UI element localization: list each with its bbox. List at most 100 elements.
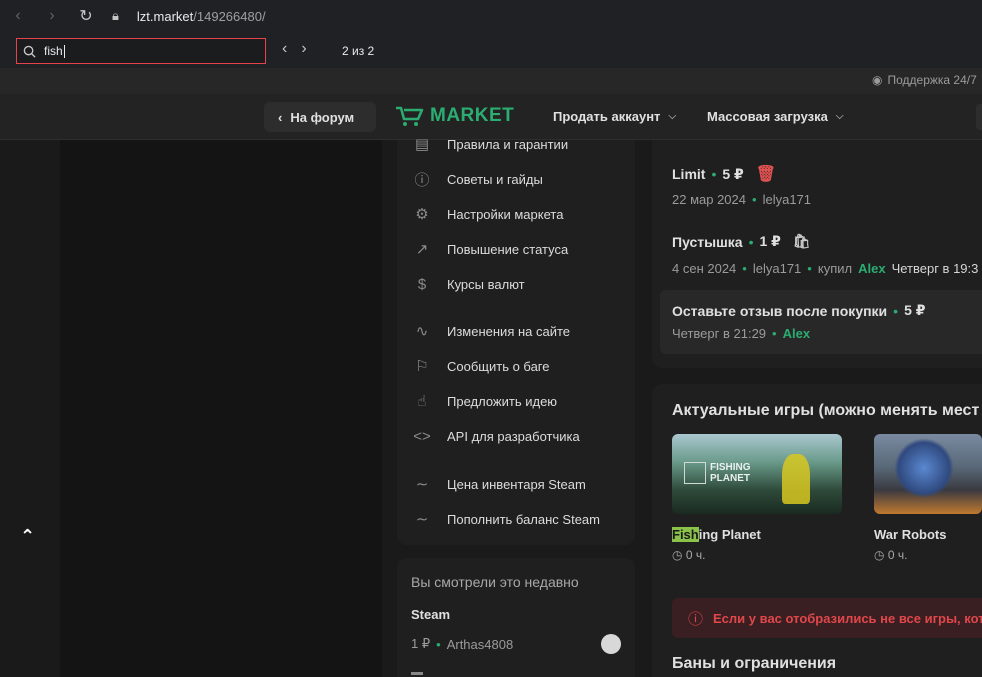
sale-name: Limit <box>672 166 706 182</box>
chevron-down-icon: ⌵ <box>668 111 677 122</box>
sidebar-item-label: Повышение статуса <box>447 241 569 257</box>
game-thumbnail-fishing-planet[interactable]: FISHING PLANET <box>672 434 842 514</box>
bought-label: купил <box>817 261 853 276</box>
thumbs-up-icon: ☝︎ <box>417 393 427 410</box>
sale-user[interactable]: lelya171 <box>753 261 801 276</box>
fisherman-figure <box>782 454 810 504</box>
review-meta: Четверг в 21:29 • Alex <box>672 326 811 341</box>
back-to-forum-label: На форум <box>290 109 355 125</box>
buyer-name[interactable]: Alex <box>783 326 810 341</box>
recently-viewed-title: Вы смотрели это недавно <box>411 574 579 590</box>
shopping-bag-icon[interactable]: 🛍︎ <box>793 233 811 250</box>
scroll-to-top-icon[interactable]: ⌃ <box>20 526 35 547</box>
find-input[interactable]: fish <box>16 38 266 64</box>
support-label: Поддержка 24/7 <box>887 73 977 87</box>
sidebar-item-label: Цена инвентаря Steam <box>447 476 586 492</box>
sidebar-item-label: Пополнить баланс Steam <box>447 511 600 527</box>
find-count: 2 из 2 <box>342 44 375 58</box>
sidebar-item-rules[interactable]: ▤ Правила и гарантии <box>397 129 635 159</box>
alert-circle-icon: ⓘ <box>688 610 704 628</box>
game-name[interactable]: War Robots <box>874 527 946 542</box>
sidebar-item-steam-balance[interactable]: ∼ Пополнить баланс Steam <box>397 504 635 534</box>
game-thumbnail-war-robots[interactable] <box>874 434 982 514</box>
brand-name: MARKET <box>430 105 515 126</box>
browser-toolbar: ‹ › ↻ 🔒︎ lzt.market/149266480/ <box>0 0 982 32</box>
left-panel <box>60 140 382 677</box>
search-icon <box>23 45 36 58</box>
sidebar-item-settings[interactable]: ⚙︎ Настройки маркета <box>397 199 635 229</box>
steam-icon: ∼ <box>415 476 429 493</box>
header-button[interactable] <box>976 104 982 130</box>
book-icon: ▤ <box>414 136 430 153</box>
back-to-forum-button[interactable]: ‹ На форум <box>264 102 376 132</box>
find-next-icon[interactable]: › <box>301 40 306 58</box>
sidebar-item-label: Сообщить о баге <box>447 358 550 374</box>
trending-up-icon: ↗ <box>415 241 429 258</box>
sidebar-item-changes[interactable]: ∿ Изменения на сайте <box>397 316 635 346</box>
review-title: Оставьте отзыв после покупки • 5 ₽ <box>672 302 926 319</box>
sale-name: Пустышка <box>672 233 743 250</box>
reload-icon[interactable]: ↻ <box>74 4 98 28</box>
list-item <box>411 672 423 675</box>
review-request[interactable]: Оставьте отзыв после покупки • 5 ₽ Четве… <box>660 290 982 354</box>
steam-icon: ∼ <box>415 511 429 528</box>
sidebar-item-idea[interactable]: ☝︎ Предложить идею <box>397 386 635 416</box>
support-bar: ◉ Поддержка 24/7 <box>0 68 982 94</box>
chevron-left-icon: ‹ <box>278 109 283 125</box>
chevron-down-icon: ⌵ <box>835 111 844 122</box>
sale-title[interactable]: Limit • 5 ₽ 🗑︎ <box>672 164 776 184</box>
gear-icon: ⚙︎ <box>415 206 429 223</box>
sidebar-item-label: Предложить идею <box>447 393 558 409</box>
game-hours: ◷ 0 ч. <box>672 548 706 562</box>
buyer-name[interactable]: Alex <box>858 261 885 276</box>
recent-item-title[interactable]: Steam <box>411 607 450 622</box>
sale-date: Четверг в 21:29 <box>672 326 767 341</box>
find-previous-icon[interactable]: ‹ <box>282 40 287 58</box>
sidebar-item-status[interactable]: ↗ Повышение статуса <box>397 234 635 264</box>
nav-bulk-upload[interactable]: Массовая загрузка ⌵ <box>707 109 843 124</box>
recent-item-seller[interactable]: Arthas4808 <box>447 637 514 652</box>
search-highlight: Fish <box>672 527 699 542</box>
dollar-icon: $ <box>417 275 427 293</box>
sidebar-item-label: Правила и гарантии <box>447 136 569 152</box>
market-logo[interactable]: MARKET <box>394 105 514 127</box>
recent-item-meta: 1 ₽ • Arthas4808 <box>411 636 514 652</box>
sidebar-item-currency[interactable]: $ Курсы валют <box>397 269 635 299</box>
recently-viewed: Вы смотрели это недавно Steam 1 ₽ • Arth… <box>397 558 635 677</box>
games-alert: ⓘ Если у вас отобразились не все игры, к… <box>672 598 982 638</box>
sidebar-item-steam-inventory[interactable]: ∼ Цена инвентаря Steam <box>397 469 635 499</box>
sale-price: 5 ₽ <box>722 165 744 182</box>
address-bar[interactable]: 🔒︎ lzt.market/149266480/ <box>112 8 266 24</box>
flag-icon: ⚐︎ <box>415 358 429 375</box>
clock-icon: ◷ <box>874 548 885 562</box>
sale-price: 5 ₽ <box>904 302 926 318</box>
back-arrow-icon[interactable]: ‹ <box>6 4 30 28</box>
game-name[interactable]: Fishing Planet <box>672 527 761 542</box>
help-circle-icon: ⓘ <box>414 171 430 189</box>
alert-text: Если у вас отобразились не все игры, кот <box>713 610 982 626</box>
robot-figure <box>894 438 954 498</box>
trash-icon[interactable]: 🗑︎ <box>756 164 776 184</box>
url-path: /149266480/ <box>193 8 266 24</box>
code-icon: <> <box>413 427 431 445</box>
nav-sell-account-label: Продать аккаунт <box>553 109 661 124</box>
cart-icon <box>396 106 424 126</box>
forward-arrow-icon[interactable]: › <box>40 4 64 28</box>
sidebar-item-label: Курсы валют <box>447 276 525 292</box>
url-host: lzt.market <box>136 8 194 24</box>
sale-meta: 4 сен 2024 • lelya171 • купил Alex Четве… <box>672 261 979 276</box>
support-link[interactable]: ◉ Поддержка 24/7 <box>872 73 977 87</box>
clock-icon: ◷ <box>672 548 683 562</box>
nav-sell-account[interactable]: Продать аккаунт ⌵ <box>553 109 676 124</box>
sidebar-item-label: Изменения на сайте <box>447 323 571 339</box>
sidebar-menu: ▤ Правила и гарантии ⓘ Советы и гайды ⚙︎… <box>397 136 635 545</box>
recent-item-price: 1 ₽ <box>411 636 431 651</box>
sidebar-item-tips[interactable]: ⓘ Советы и гайды <box>397 164 635 194</box>
sidebar-item-report-bug[interactable]: ⚐︎ Сообщить о баге <box>397 351 635 381</box>
steam-icon <box>601 634 621 654</box>
sidebar-item-api[interactable]: <> API для разработчика <box>397 421 635 451</box>
sale-user[interactable]: lelya171 <box>763 192 811 207</box>
sale-name: Оставьте отзыв после покупки <box>672 302 888 319</box>
sale-title[interactable]: Пустышка • 1 ₽ 🛍︎ <box>672 233 811 250</box>
sidebar-item-label: Настройки маркета <box>447 206 564 222</box>
